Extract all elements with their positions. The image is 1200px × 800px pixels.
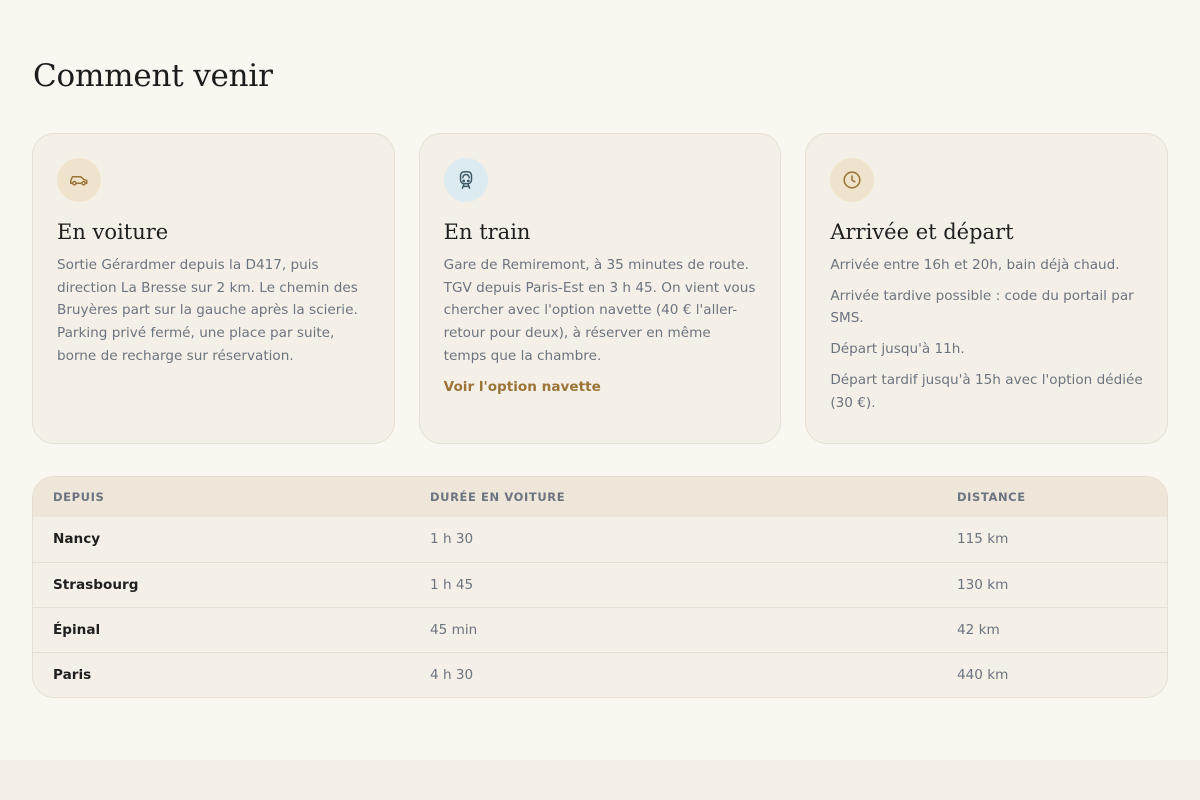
row-distance: 130 km: [937, 561, 1167, 607]
card-train-text: Gare de Remiremont, à 35 minutes de rout…: [443, 257, 756, 364]
arrival-window-text: Arrivée entre 16h et 20h, bain déjà chau…: [830, 257, 1120, 273]
page-title: Comment venir: [33, 58, 273, 94]
table-row: Paris 4 h 30 440 km: [33, 651, 1167, 697]
distance-table: DEPUIS DURÉE EN VOITURE DISTANCE Nancy 1…: [32, 476, 1168, 698]
clock-icon: [830, 158, 875, 202]
table-row: Nancy 1 h 30 115 km: [33, 517, 1167, 562]
card-arrival-title: Arrivée et départ: [830, 220, 1014, 244]
table-header-row: DEPUIS DURÉE EN VOITURE DISTANCE: [33, 477, 1167, 517]
table-row: Épinal 45 min 42 km: [33, 606, 1167, 652]
row-city: Strasbourg: [33, 561, 410, 607]
row-duration: 4 h 30: [410, 651, 937, 697]
row-city: Nancy: [53, 531, 101, 548]
shuttle-option-link[interactable]: Voir l'option navette: [444, 379, 601, 395]
checkout-text: Départ jusqu'à 11h.: [830, 341, 965, 358]
row-distance: 440 km: [937, 651, 1167, 697]
row-city: Paris: [33, 651, 410, 697]
table-row: Strasbourg 1 h 45 130 km: [33, 561, 1167, 607]
footer-band: [0, 760, 1200, 800]
row-duration: 1 h 45: [410, 561, 937, 607]
row-duration: 1 h 30: [430, 531, 474, 548]
column-header-distance: DISTANCE: [957, 490, 1026, 504]
info-cards: En voiture Sortie Gérardmer depuis la D4…: [32, 133, 1169, 444]
row-city: Épinal: [33, 606, 410, 652]
card-train: En train Gare de Remiremont, à 35 minute…: [418, 133, 782, 444]
row-duration: 45 min: [410, 606, 937, 652]
card-train-title: En train: [443, 220, 531, 244]
train-icon: [443, 158, 488, 202]
card-car: En voiture Sortie Gérardmer depuis la D4…: [32, 133, 395, 444]
row-distance: 115 km: [957, 531, 1009, 548]
card-arrival: Arrivée et départ Arrivée entre 16h et 2…: [805, 133, 1169, 444]
late-checkout-text: Départ tardif jusqu'à 15h avec l'option …: [830, 371, 1143, 411]
column-header-origin: DEPUIS: [53, 490, 105, 504]
late-arrival-text: Arrivée tardive possible : code du porta…: [830, 287, 1134, 327]
car-icon: [57, 158, 101, 202]
row-distance: 42 km: [937, 606, 1167, 652]
column-header-duration: DURÉE EN VOITURE: [430, 490, 566, 504]
card-car-title: En voiture: [57, 220, 169, 244]
card-car-text: Sortie Gérardmer depuis la D417, puis di…: [57, 257, 358, 364]
